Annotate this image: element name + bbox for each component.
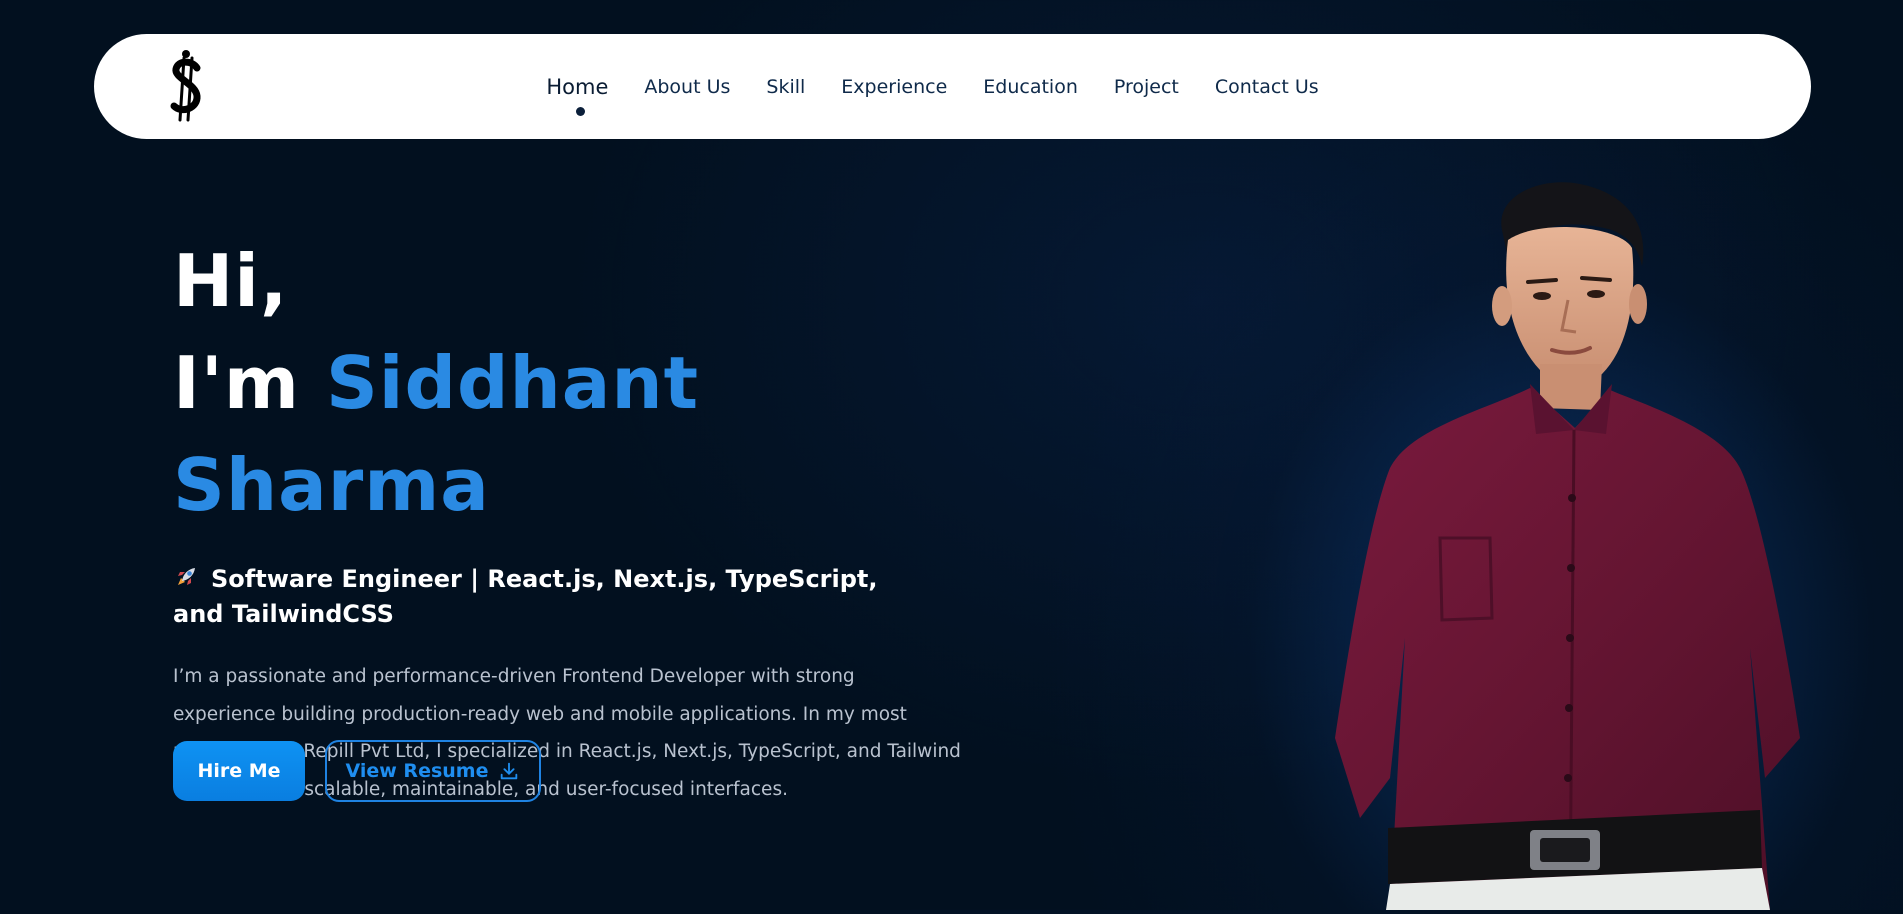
nav-home-label: Home [546,74,609,99]
hero-heading: Hi, I'm Siddhant Sharma [173,230,973,536]
intro-prefix: I'm [173,341,300,425]
view-resume-label: View Resume [345,760,489,782]
hero-section: Hi, I'm Siddhant Sharma Software Enginee… [173,230,973,827]
rocket-icon [173,564,199,590]
navbar: Home About Us Skill Experience Education… [94,34,1811,139]
role-text: Software Engineer | React.js, Next.js, T… [173,565,878,628]
active-indicator-dot [576,106,586,116]
nav-project[interactable]: Project [1114,76,1179,98]
nav-about-us[interactable]: About Us [644,76,730,98]
nav-skill[interactable]: Skill [766,76,805,98]
greeting-text: Hi, [173,239,289,323]
profile-portrait [1240,178,1800,911]
view-resume-button[interactable]: View Resume [325,740,541,802]
nav-home[interactable]: Home [546,74,609,116]
nav-contact-us[interactable]: Contact Us [1215,76,1319,98]
main-nav: Home About Us Skill Experience Education… [94,34,1811,139]
download-icon [501,762,518,780]
role-headline: Software Engineer | React.js, Next.js, T… [173,562,933,632]
nav-education[interactable]: Education [983,76,1078,98]
hire-me-label: Hire Me [197,760,281,782]
nav-experience[interactable]: Experience [841,76,947,98]
hire-me-button[interactable]: Hire Me [173,741,305,801]
cta-buttons: Hire Me View Resume [173,740,541,802]
